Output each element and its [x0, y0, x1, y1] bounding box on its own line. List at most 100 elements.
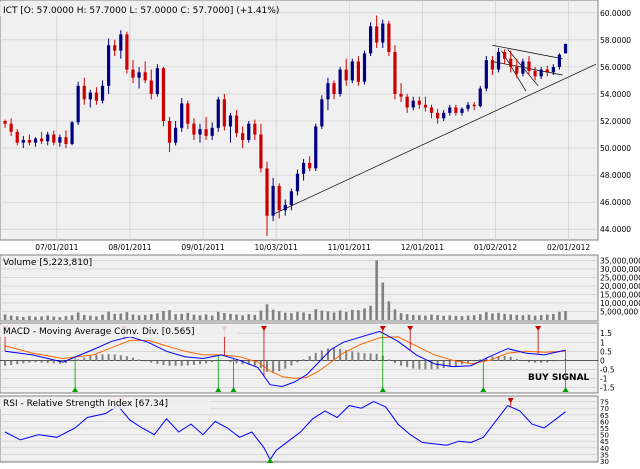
- macd-histogram-bar: [473, 360, 476, 362]
- candle-body: [204, 129, 208, 136]
- volume-header: Volume [5,223,810]: [3, 258, 92, 268]
- macd-histogram-bar: [387, 359, 390, 361]
- macd-histogram-bar: [205, 360, 208, 364]
- volume-bar: [168, 310, 171, 320]
- macd-histogram-bar: [479, 359, 482, 361]
- macd-histogram-bar: [272, 360, 275, 373]
- volume-bar: [424, 315, 427, 320]
- macd-histogram-bar: [174, 360, 177, 366]
- candle-body: [375, 26, 379, 43]
- macd-histogram-bar: [229, 360, 232, 363]
- price-x-tick-label: 12/01/2011: [401, 243, 444, 252]
- macd-histogram-bar: [552, 360, 555, 362]
- candle-body: [277, 185, 281, 211]
- volume-bar: [3, 314, 7, 320]
- macd-histogram-bar: [278, 360, 281, 372]
- volume-bar: [448, 315, 452, 320]
- volume-bar: [533, 315, 537, 320]
- macd-histogram-bar: [150, 360, 153, 363]
- price-y-tick-label: 58.0000: [600, 36, 631, 45]
- price-x-tick-label: 01/02/2012: [474, 243, 517, 252]
- volume-bar: [119, 313, 123, 320]
- macd-histogram-bar: [192, 360, 195, 365]
- price-y-axis: 44.0000 46.0000 48.0000 50.0000 52.0000 54.00…: [600, 9, 631, 234]
- candle-body: [94, 92, 99, 101]
- macd-histogram-bar: [89, 355, 92, 361]
- volume-bar: [521, 315, 525, 320]
- macd-histogram-bar: [290, 360, 293, 366]
- volume-bar: [552, 313, 555, 320]
- volume-bar: [485, 312, 488, 320]
- candle-body: [314, 126, 318, 169]
- volume-bar: [308, 313, 311, 320]
- candle-body: [265, 168, 269, 216]
- volume-bar: [235, 314, 238, 320]
- candle-body: [521, 61, 525, 74]
- macd-histogram-bar: [180, 360, 183, 366]
- candle-body: [460, 108, 464, 113]
- volume-y-tick-label: 10,000,000: [600, 299, 640, 308]
- volume-bar: [478, 314, 482, 320]
- volume-y-tick-label: 35,000,000: [600, 256, 640, 265]
- volume-y-axis: 5,000,00010,000,00015,000,00020,000,0002…: [600, 256, 640, 316]
- volume-bar: [101, 314, 104, 320]
- candle-body: [100, 85, 105, 101]
- volume-bar: [22, 316, 25, 320]
- volume-bar: [113, 313, 117, 320]
- candle-body: [399, 93, 403, 97]
- macd-histogram-bar: [515, 358, 518, 361]
- volume-bar: [46, 315, 49, 320]
- volume-bar: [503, 313, 506, 320]
- macd-histogram-bar: [540, 360, 543, 363]
- macd-y-tick-label: -1: [600, 374, 608, 383]
- price-x-tick-label: 10/03/2011: [255, 243, 298, 252]
- macd-histogram-bar: [235, 360, 238, 364]
- candle-body: [198, 129, 202, 135]
- volume-y-tick-label: 20,000,000: [600, 282, 640, 291]
- candle-body: [216, 99, 220, 128]
- candle-body: [484, 60, 488, 89]
- chart-canvas: ICT [O: 57.0000 H: 57.7000 L: 57.0000 C:…: [0, 0, 640, 466]
- candle-body: [283, 204, 287, 211]
- volume-bar: [454, 315, 458, 320]
- volume-bar: [34, 316, 37, 320]
- candle-body: [113, 45, 117, 51]
- candle-body: [131, 69, 135, 78]
- macd-histogram-bar: [125, 356, 128, 361]
- volume-bar: [9, 315, 13, 320]
- candle-body: [107, 45, 111, 86]
- macd-histogram-bar: [10, 360, 13, 365]
- volume-bar: [527, 314, 531, 320]
- volume-bar: [70, 315, 74, 320]
- candle-body: [167, 121, 172, 143]
- price-y-tick-label: 48.0000: [600, 171, 631, 180]
- candle-body: [417, 100, 421, 105]
- candle-body: [496, 52, 501, 70]
- candle-body: [40, 138, 44, 142]
- candle-body: [64, 137, 68, 144]
- candle-body: [429, 107, 434, 113]
- candle-body: [210, 127, 214, 136]
- volume-bar: [52, 316, 56, 320]
- volume-y-tick-label: 15,000,000: [600, 290, 640, 299]
- candle-body: [478, 88, 482, 107]
- candle-body: [533, 70, 537, 77]
- volume-bar: [430, 314, 433, 320]
- price-y-tick-label: 60.0000: [600, 9, 631, 18]
- candle-body: [466, 104, 470, 109]
- candle-body: [393, 52, 397, 94]
- macd-histogram-bar: [284, 360, 287, 369]
- candle-body: [259, 134, 263, 169]
- candle-body: [320, 99, 324, 127]
- candle-body: [9, 123, 13, 132]
- macd-histogram-bar: [199, 360, 201, 365]
- volume-bar: [162, 311, 165, 320]
- macd-histogram-bar: [77, 359, 80, 361]
- candle-body: [21, 139, 25, 143]
- volume-bar: [15, 316, 19, 320]
- volume-bar: [149, 314, 153, 320]
- macd-histogram-bar: [314, 352, 317, 361]
- volume-bar: [363, 308, 366, 320]
- macd-histogram-bar: [546, 360, 549, 363]
- candle-body: [15, 131, 19, 143]
